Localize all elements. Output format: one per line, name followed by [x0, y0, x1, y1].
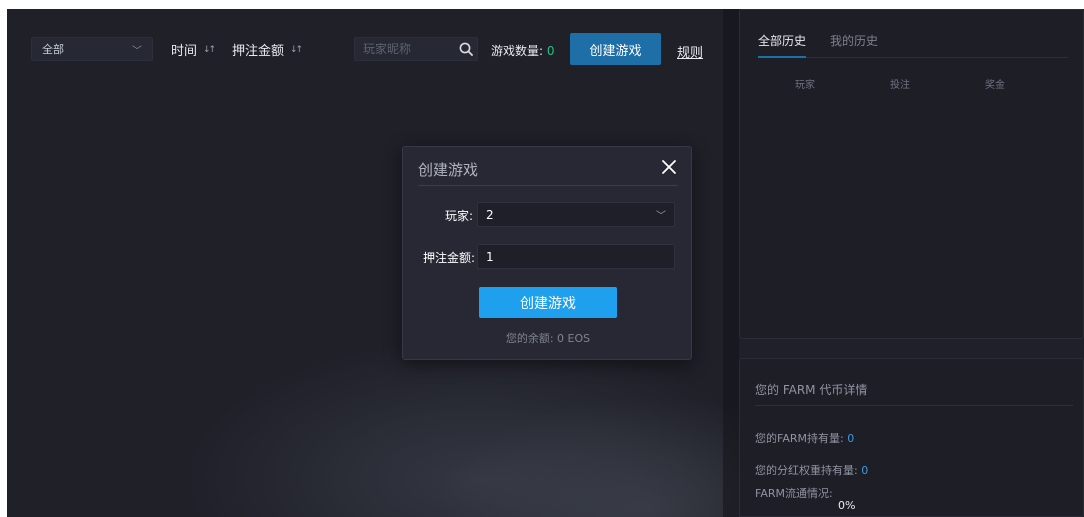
game-count-value: 0: [546, 44, 555, 58]
close-icon[interactable]: [661, 159, 677, 175]
create-game-modal: 创建游戏 玩家: 2 ﹀ 押注金额: 创建游戏 您的余额: 0 EOS: [402, 146, 692, 360]
modal-divider: [418, 185, 678, 186]
toolbar: 全部 ﹀ 时间 ↓↑ 押注金额 ↓↑ 玩家昵称 游戏数量: 0 创建游戏 规则: [7, 9, 723, 79]
search-icon[interactable]: [455, 38, 477, 60]
players-select-value: 2: [486, 207, 494, 222]
column-header-prize: 奖金: [985, 80, 1005, 91]
modal-create-game-button[interactable]: 创建游戏: [479, 287, 617, 318]
sort-time-button[interactable]: 时间 ↓↑: [171, 40, 216, 59]
filter-select-value: 全部: [42, 43, 64, 56]
players-select[interactable]: 2 ﹀: [477, 202, 675, 227]
farm-holding: 您的FARM持有量: 0: [755, 430, 854, 446]
tab-my-history[interactable]: 我的历史: [830, 32, 878, 49]
modal-title: 创建游戏: [418, 161, 479, 179]
farm-title: 您的 FARM 代币详情: [755, 383, 868, 397]
farm-divider: [755, 405, 1073, 406]
game-count-label: 游戏数量:: [491, 44, 544, 58]
sort-icon: ↓↑: [290, 44, 303, 55]
bet-amount-label: 押注金额:: [422, 251, 475, 265]
column-header-bet: 投注: [890, 80, 910, 91]
page: 全部 ﹀ 时间 ↓↑ 押注金额 ↓↑ 玩家昵称 游戏数量: 0 创建游戏 规则 …: [7, 9, 1084, 517]
history-tabs: 全部历史 我的历史: [758, 32, 878, 49]
farm-holding-label: 您的FARM持有量:: [755, 432, 844, 445]
sort-bet-label: 押注金额: [232, 44, 285, 59]
farm-weight-label: 您的分红权重持有量:: [755, 464, 858, 477]
active-tab-indicator: [758, 56, 806, 58]
history-panel: 全部历史 我的历史 玩家 投注 奖金: [739, 9, 1084, 339]
farm-weight: 您的分红权重持有量: 0: [755, 462, 868, 478]
bet-amount-input[interactable]: [477, 244, 675, 269]
farm-weight-value: 0: [861, 464, 869, 477]
tab-all-history[interactable]: 全部历史: [758, 32, 806, 49]
farm-holding-value: 0: [847, 432, 855, 445]
rules-link[interactable]: 规则: [677, 42, 703, 61]
chevron-down-icon: ﹀: [132, 45, 142, 57]
panel-divider: [723, 9, 739, 517]
column-header-player: 玩家: [795, 80, 815, 91]
create-game-button[interactable]: 创建游戏: [570, 33, 661, 65]
sort-time-label: 时间: [171, 44, 198, 59]
sort-icon: ↓↑: [203, 44, 216, 55]
search-input[interactable]: [355, 42, 455, 56]
game-count: 游戏数量: 0: [491, 42, 555, 59]
sort-bet-button[interactable]: 押注金额 ↓↑: [232, 40, 303, 59]
chevron-down-icon: ﹀: [656, 211, 666, 222]
search-box: [354, 37, 478, 61]
players-label: 玩家:: [444, 209, 473, 223]
filter-select[interactable]: 全部 ﹀: [31, 37, 153, 61]
farm-circulation-label: FARM流通情况:: [755, 487, 833, 500]
balance-text: 您的余额: 0 EOS: [505, 332, 591, 345]
farm-circulation-percent: 0%: [838, 499, 856, 512]
farm-panel: 您的 FARM 代币详情 您的FARM持有量: 0 您的分红权重持有量: 0 F…: [739, 358, 1084, 517]
